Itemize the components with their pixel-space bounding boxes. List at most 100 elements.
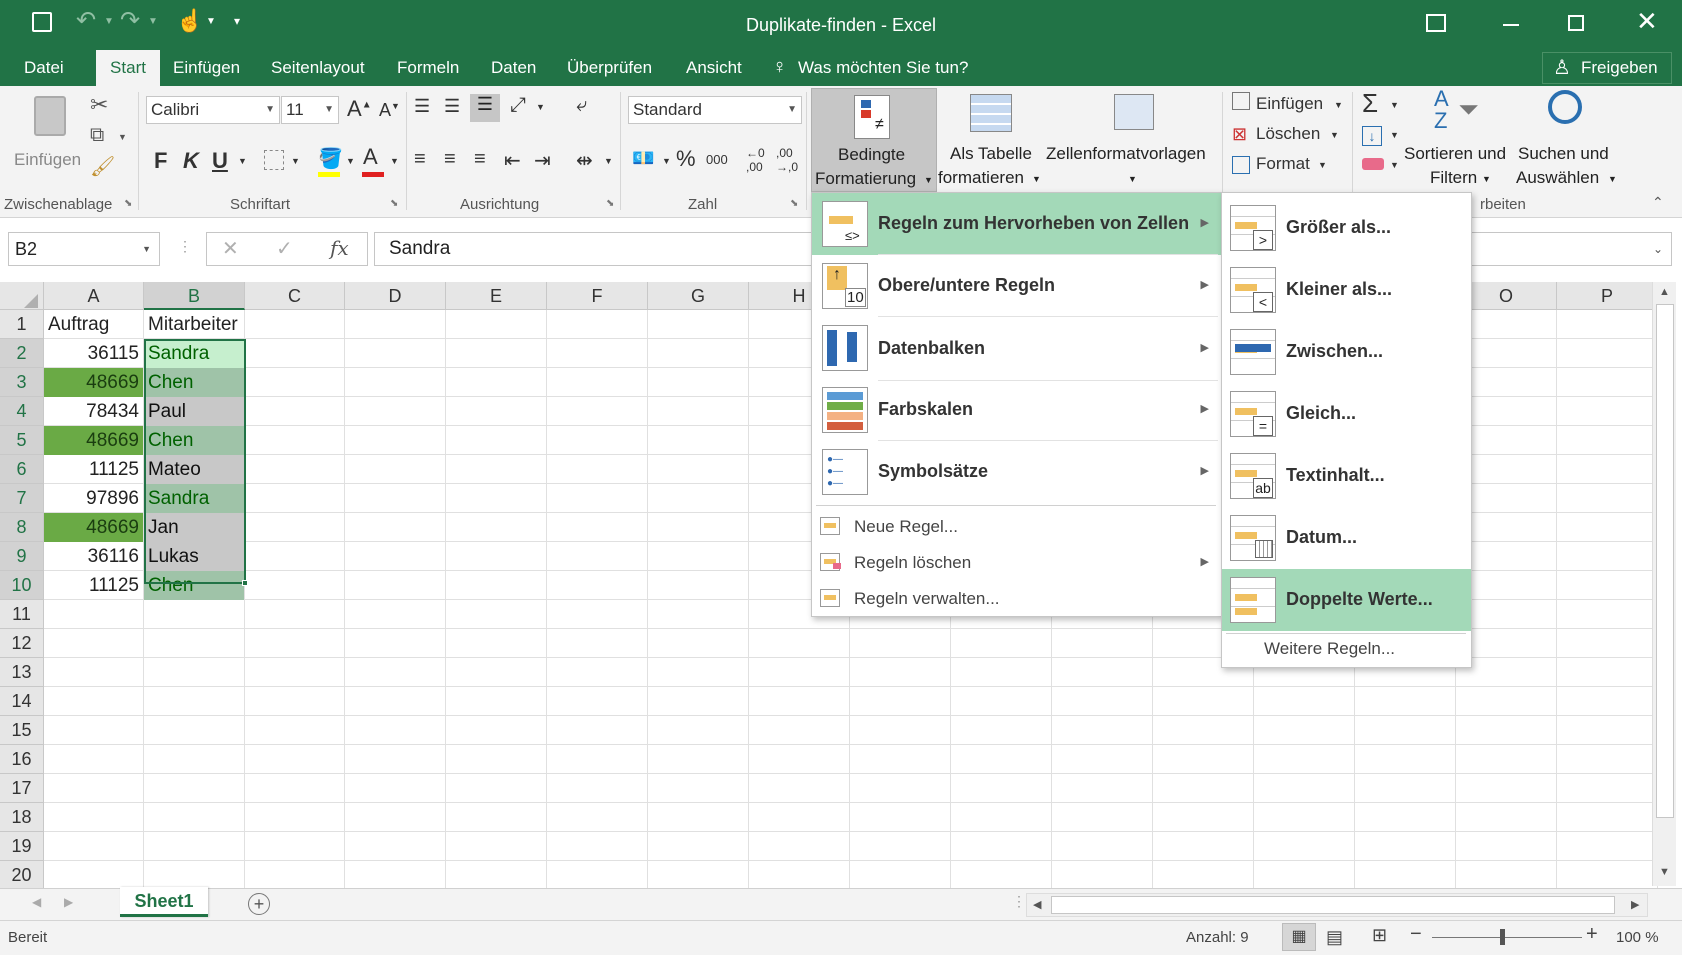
autosum-dropdown-icon[interactable]: ▼ [1390,100,1399,110]
cell-a3[interactable]: 48669 [44,368,143,397]
menu-item-equal-to[interactable]: = Gleich... [1222,383,1471,445]
sort-filter-button[interactable]: AZ ⏷ Sortieren und Filtern ▼ [1404,88,1512,192]
sheet-tab-sheet1[interactable]: Sheet1 [120,887,208,917]
merge-dropdown-icon[interactable]: ▼ [604,156,613,166]
accounting-format-icon[interactable]: 💶 [632,148,654,169]
row-header-13[interactable]: 13 [0,658,44,687]
align-center-icon[interactable]: ≡ [444,148,456,171]
cell-a5[interactable]: 48669 [44,426,143,455]
row-header-1[interactable]: 1 [0,310,44,339]
delete-cells-icon[interactable]: ⊠ [1232,124,1247,145]
row-header-19[interactable]: 19 [0,832,44,861]
cell-b1[interactable]: Mitarbeiter [144,310,275,339]
font-launcher-icon[interactable]: ⬊ [390,198,398,209]
menu-item-duplicate-values[interactable]: Doppelte Werte... [1222,569,1471,631]
row-header-6[interactable]: 6 [0,455,44,484]
bold-button[interactable]: F [154,148,167,174]
cell-a9[interactable]: 36116 [44,542,143,571]
row-header-5[interactable]: 5 [0,426,44,455]
column-header-f[interactable]: F [547,282,648,310]
menu-item-manage-rules[interactable]: Regeln verwalten... [812,581,1221,617]
row-header-15[interactable]: 15 [0,716,44,745]
percent-icon[interactable]: % [676,146,696,172]
italic-button[interactable]: K [183,148,199,174]
fill-dropdown-icon[interactable]: ▼ [346,156,355,166]
menu-item-more-rules[interactable]: Weitere Regeln... [1264,639,1395,659]
copy-icon[interactable]: ⧉ [90,124,104,147]
menu-item-date-occurring[interactable]: Datum... [1222,507,1471,569]
border-dropdown-icon[interactable]: ▼ [291,156,300,166]
row-header-7[interactable]: 7 [0,484,44,513]
format-cells-icon[interactable] [1232,156,1250,174]
border-icon[interactable] [264,150,284,170]
tab-seitenlayout[interactable]: Seitenlayout [261,50,375,86]
align-right-icon[interactable]: ≡ [474,148,486,171]
delete-dropdown-icon[interactable]: ▼ [1330,130,1339,140]
autosum-icon[interactable]: Σ [1362,88,1378,119]
cell-a1[interactable]: Auftrag [44,310,144,339]
increase-indent-icon[interactable]: ⇥ [534,148,551,173]
cancel-entry-icon[interactable]: ✕ [222,236,239,261]
sheet-next-icon[interactable]: ▶ [64,895,73,909]
cell-styles-button[interactable]: Zellenformatvorlagen ▼ [1044,88,1216,192]
vertical-scroll-thumb[interactable] [1656,304,1674,818]
format-as-table-button[interactable]: Als Tabelle formatieren ▼ [938,88,1042,192]
ribbon-display-icon[interactable] [1426,14,1446,32]
tab-daten[interactable]: Daten [481,50,546,86]
orientation-dropdown-icon[interactable]: ▼ [536,102,545,112]
row-header-16[interactable]: 16 [0,745,44,774]
orientation-icon[interactable]: ⤢ [510,94,526,117]
font-color-icon[interactable]: A [363,144,378,170]
row-header-17[interactable]: 17 [0,774,44,803]
tab-ueberpruefen[interactable]: Überprüfen [557,50,662,86]
expand-formula-icon[interactable]: ⌄ [1653,233,1663,265]
row-header-18[interactable]: 18 [0,803,44,832]
insert-cells-label[interactable]: Einfügen [1256,94,1323,114]
maximize-icon[interactable] [1568,15,1584,31]
cell-a4[interactable]: 78434 [44,397,143,426]
row-header-3[interactable]: 3 [0,368,44,397]
align-top-icon[interactable]: ☰ [414,96,430,117]
fill-dropdown-icon-2[interactable]: ▼ [1390,130,1399,140]
cut-icon[interactable]: ✂ [90,92,108,118]
scroll-down-icon[interactable]: ▼ [1659,866,1670,878]
copy-dropdown-icon[interactable]: ▼ [118,132,127,142]
cell-a10[interactable]: 11125 [44,571,143,600]
row-header-9[interactable]: 9 [0,542,44,571]
zoom-out-icon[interactable]: − [1410,923,1422,946]
insert-dropdown-icon[interactable]: ▼ [1334,100,1343,110]
cell-a6[interactable]: 11125 [44,455,143,484]
menu-item-top-bottom-rules[interactable]: ↑ 10 Obere/untere Regeln ▶ [812,255,1221,317]
tab-einfuegen[interactable]: Einfügen [163,50,250,86]
zoom-slider[interactable] [1432,937,1582,938]
clear-icon[interactable] [1362,158,1384,170]
scroll-left-icon[interactable]: ◀ [1033,898,1041,911]
name-box[interactable]: B2 ▼ [8,232,160,266]
format-painter-icon[interactable]: 🖌 [90,154,115,179]
clipboard-launcher-icon[interactable]: ⬊ [124,198,132,209]
menu-item-clear-rules[interactable]: Regeln löschen ▶ [812,545,1221,581]
format-cells-label[interactable]: Format [1256,154,1310,174]
collapse-ribbon-icon[interactable]: ⌃ [1652,194,1664,211]
decrease-decimal-icon[interactable]: ,00 →,0 [776,146,798,174]
tab-ansicht[interactable]: Ansicht [676,50,752,86]
menu-item-between[interactable]: Zwischen... [1222,321,1471,383]
decrease-indent-icon[interactable]: ⇤ [504,148,521,173]
row-header-2[interactable]: 2 [0,339,44,368]
insert-cells-icon[interactable] [1232,92,1250,110]
align-left-icon[interactable]: ≡ [414,148,426,171]
column-header-b[interactable]: B [144,282,245,310]
alignment-launcher-icon[interactable]: ⬊ [606,198,614,209]
menu-item-less-than[interactable]: < Kleiner als... [1222,259,1471,321]
align-bottom-icon[interactable]: ☰ [470,94,500,122]
share-button[interactable]: ♙ Freigeben [1542,52,1672,84]
normal-view-icon[interactable]: ▦ [1282,923,1316,951]
conditional-formatting-button[interactable]: ≠ Bedingte Formatierung ▼ [811,88,937,192]
column-header-a[interactable]: A [44,282,144,310]
scroll-up-icon[interactable]: ▲ [1659,286,1670,298]
column-header-c[interactable]: C [245,282,345,310]
menu-item-text-contains[interactable]: ab Textinhalt... [1222,445,1471,507]
accounting-dropdown-icon[interactable]: ▼ [662,156,671,166]
row-header-14[interactable]: 14 [0,687,44,716]
menu-item-color-scales[interactable]: Farbskalen ▶ [812,379,1221,441]
